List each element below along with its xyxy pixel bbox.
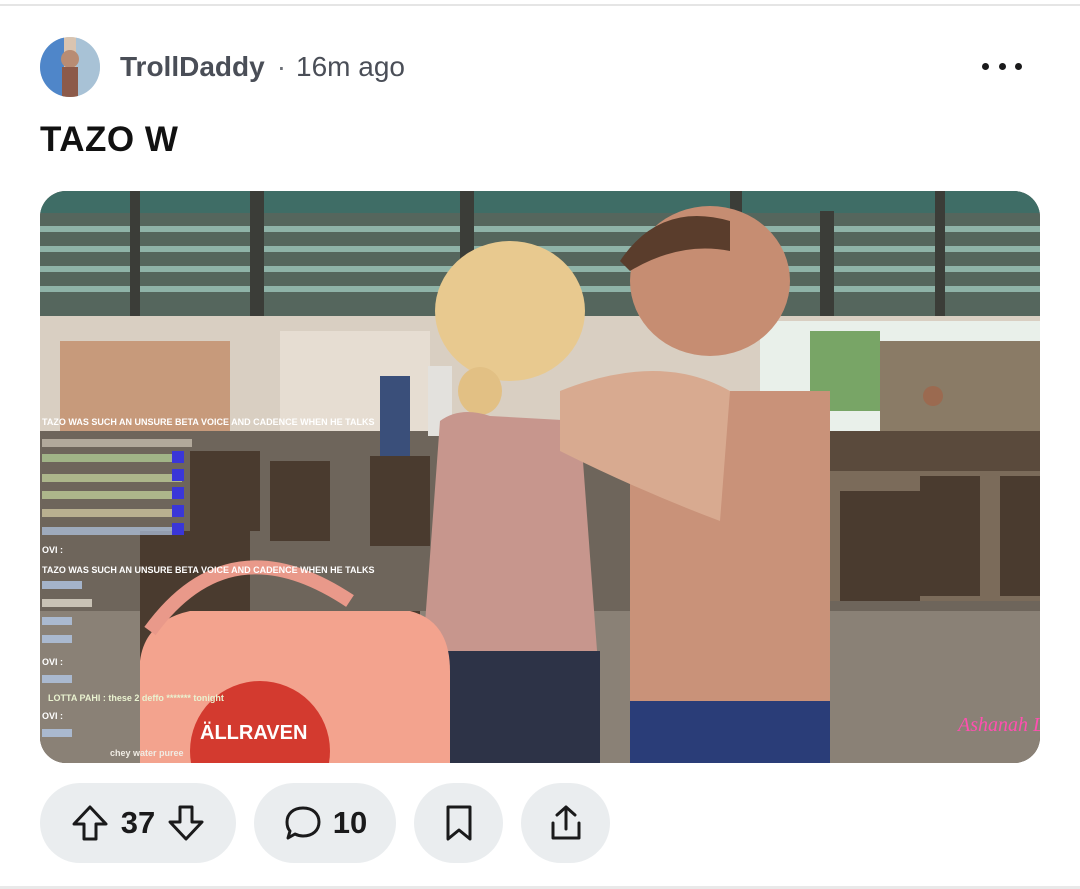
comments-button[interactable]: 10	[254, 783, 396, 863]
chat-user: OVI :	[42, 711, 63, 721]
meta-separator: ·	[276, 51, 287, 82]
avatar[interactable]	[40, 37, 100, 97]
post-header: TrollDaddy · 16m ago	[40, 37, 1040, 97]
arrow-up-icon[interactable]	[71, 803, 109, 843]
chat-message: LOTTA PAHI : these 2 deffo ******* tonig…	[48, 693, 224, 703]
more-dot	[1015, 62, 1022, 70]
arrow-down-icon[interactable]	[167, 803, 205, 843]
upvote-count: 37	[120, 805, 156, 840]
author-name[interactable]: TrollDaddy	[120, 51, 265, 83]
post-actions: 37 10	[40, 783, 610, 863]
more-dot	[998, 62, 1006, 70]
chat-line: TAZO WAS SUCH AN UNSURE BETA VOICE AND C…	[42, 417, 375, 427]
chat-message: chey water puree	[110, 748, 184, 758]
bag-logo-text: ÄLLRAVEN	[200, 721, 307, 744]
comment-count: 10	[332, 805, 368, 840]
chat-line: TAZO WAS SUCH AN UNSURE BETA VOICE AND C…	[42, 565, 375, 575]
post-image[interactable]: TAZO WAS SUCH AN UNSURE BETA VOICE AND C…	[40, 191, 1040, 763]
bookmark-icon	[443, 803, 475, 843]
comment-bubble-icon	[283, 803, 323, 843]
share-icon	[548, 803, 584, 843]
chat-user: OVI :	[42, 657, 63, 667]
more-options-icon[interactable]	[982, 51, 1022, 81]
watermark: Ashanah Lee	[956, 714, 1040, 736]
share-button[interactable]	[521, 783, 610, 863]
chat-user: OVI :	[42, 545, 63, 555]
more-dot	[982, 62, 989, 70]
top-divider	[0, 0, 1080, 6]
vote-control: 37	[40, 783, 236, 863]
post-title[interactable]: TAZO W	[40, 120, 178, 160]
post-time: 16m ago	[296, 51, 405, 82]
save-button[interactable]	[414, 783, 503, 863]
